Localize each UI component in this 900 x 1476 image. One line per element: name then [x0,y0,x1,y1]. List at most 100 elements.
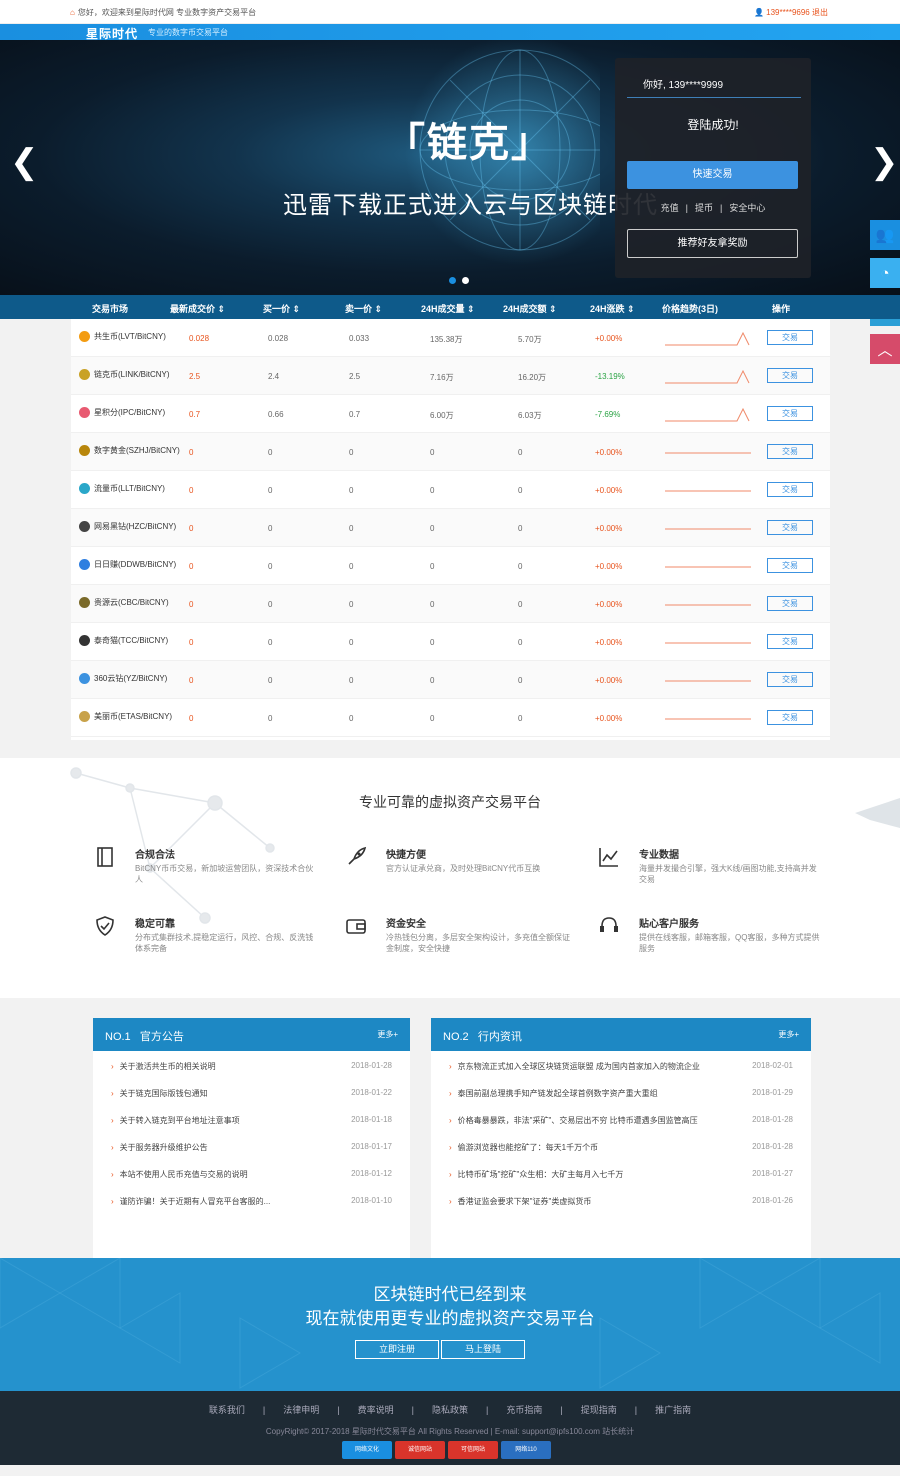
coin-name[interactable]: 泰奇猫(TCC/BitCNY) [79,635,168,646]
customer-service-icon[interactable]: 👥 [870,220,900,250]
withdraw-link[interactable]: 提币 [695,203,713,213]
coin-name[interactable]: 美丽币(ETAS/BitCNY) [79,711,172,722]
trade-button[interactable]: 交易 [767,634,813,649]
col-change[interactable]: 24H涨跌 ⇕ [590,302,635,315]
market-row[interactable]: 数字黄金(SZHJ/BitCNY) 0 0 0 0 0 +0.00% 交易 [71,433,830,471]
news-title[interactable]: 关于激活共生币的相关说明 [120,1062,216,1071]
trade-button[interactable]: 交易 [767,444,813,459]
carousel-dot[interactable] [462,277,469,284]
trade-button[interactable]: 交易 [767,558,813,573]
footer-link[interactable]: 联系我们 [209,1405,245,1415]
coin-name[interactable]: 360云钻(YZ/BitCNY) [79,673,167,684]
last-price: 0.7 [189,410,201,419]
col-sell-price[interactable]: 卖一价 ⇕ [345,302,382,315]
trade-button[interactable]: 交易 [767,672,813,687]
col-last-price[interactable]: 最新成交价 ⇕ [170,302,225,315]
coin-name[interactable]: 共生币(LVT/BitCNY) [79,331,166,342]
market-row[interactable]: 星积分(IPC/BitCNY) 0.7 0.66 0.7 6.00万 6.03万 -7.69… [71,395,830,433]
trust-badge[interactable]: 网络110 [501,1441,551,1459]
trade-button[interactable]: 交易 [767,596,813,611]
news-title[interactable]: 关于服务器升级维护公告 [120,1143,208,1152]
trust-badge[interactable]: 可信网站 [448,1441,498,1459]
footer-link[interactable]: 法律申明 [283,1405,319,1415]
quick-trade-button[interactable]: 快速交易 [627,161,798,189]
qq-icon[interactable]: ◔ [870,258,900,288]
news-item[interactable]: › 香港证监会要求下架"证券"类虚拟货币 2018-01-26 [449,1196,793,1223]
prev-slide-icon[interactable]: ❮ [10,145,39,179]
trade-button[interactable]: 交易 [767,520,813,535]
news-item[interactable]: › 本站不使用人民币充值与交易的说明 2018-01-12 [111,1169,392,1196]
notice-more-link[interactable]: 更多+ [377,1029,398,1040]
trust-badge[interactable]: 诚信网站 [395,1441,445,1459]
next-slide-icon[interactable]: ❯ [870,145,899,179]
news-title[interactable]: 谨防诈骗！关于近期有人冒充平台客服的... [120,1197,271,1206]
market-row[interactable]: 360云钻(YZ/BitCNY) 0 0 0 0 0 +0.00% 交易 [71,661,830,699]
coin-name[interactable]: 数字黄金(SZHJ/BitCNY) [79,445,180,456]
coin-name[interactable]: 链克币(LINK/BitCNY) [79,369,170,380]
market-row[interactable]: 日日赚(DDWB/BitCNY) 0 0 0 0 0 +0.00% 交易 [71,547,830,585]
coin-name[interactable]: 日日赚(DDWB/BitCNY) [79,559,176,570]
logout-link[interactable]: 退出 [812,8,828,17]
trust-badge[interactable]: 网络文化 [342,1441,392,1459]
news-title[interactable]: 关于链克国际版钱包通知 [120,1089,208,1098]
notice-list: › 关于激活共生币的相关说明 2018-01-28 › 关于链克国际版钱包通知 2018-… [93,1051,410,1233]
market-row[interactable]: 美丽币(ETAS/BitCNY) 0 0 0 0 0 +0.00% 交易 [71,699,830,737]
news-title[interactable]: 京东物流正式加入全球区块链货运联盟 成为国内首家加入的物流企业 [458,1062,700,1071]
news-item[interactable]: › 关于链克国际版钱包通知 2018-01-22 [111,1088,392,1115]
industry-more-link[interactable]: 更多+ [778,1029,799,1040]
back-to-top-icon[interactable]: ︿ [870,334,900,364]
news-title[interactable]: 价格毒暴暴跌，非法"采矿"、交易层出不穷 比特币遭遇多国监管高压 [458,1116,698,1125]
news-item[interactable]: › 比特币矿场"挖矿"众生相：大矿主每月入七千万 2018-01-27 [449,1169,793,1196]
col-volume[interactable]: 24H成交量 ⇕ [421,302,475,315]
coin-name[interactable]: 网易黑钻(HZC/BitCNY) [79,521,176,532]
news-item[interactable]: › 泰国前副总理携手知产链发起全球首例数字资产重大重组 2018-01-29 [449,1088,793,1115]
news-item[interactable]: › 价格毒暴暴跌，非法"采矿"、交易层出不穷 比特币遭遇多国监管高压 2018-01… [449,1115,793,1142]
news-title[interactable]: 香港证监会要求下架"证券"类虚拟货币 [458,1197,592,1206]
sell-price: 0 [349,486,354,495]
footer-link[interactable]: 费率说明 [358,1405,394,1415]
news-item[interactable]: › 关于激活共生币的相关说明 2018-01-28 [111,1061,392,1088]
news-title[interactable]: 本站不使用人民币充值与交易的说明 [120,1170,248,1179]
news-title[interactable]: 关于转入链克到平台地址注意事项 [120,1116,240,1125]
register-button[interactable]: 立即注册 [355,1340,439,1359]
home-icon[interactable]: ⌂ [70,8,75,17]
trade-button[interactable]: 交易 [767,330,813,345]
coin-name[interactable]: 贵源云(CBC/BitCNY) [79,597,169,608]
trade-button[interactable]: 交易 [767,368,813,383]
market-row[interactable]: 共生币(LVT/BitCNY) 0.028 0.028 0.033 135.38万 5.7… [71,319,830,357]
trade-button[interactable]: 交易 [767,406,813,421]
coin-name[interactable]: 星积分(IPC/BitCNY) [79,407,165,418]
coin-name[interactable]: 流量币(LLT/BitCNY) [79,483,165,494]
trade-button[interactable]: 交易 [767,710,813,725]
refer-friend-button[interactable]: 推荐好友拿奖励 [627,229,798,258]
chevron-right-icon: › [111,1062,114,1071]
news-title[interactable]: 比特币矿场"挖矿"众生相：大矿主每月入七千万 [458,1170,624,1179]
col-buy-price[interactable]: 买一价 ⇕ [263,302,300,315]
buy-price: 2.4 [268,372,280,381]
footer-link[interactable]: 充币指南 [506,1405,542,1415]
security-center-link[interactable]: 安全中心 [729,203,765,213]
carousel-dot[interactable] [449,277,456,284]
col-amount[interactable]: 24H成交额 ⇕ [503,302,557,315]
footer-link[interactable]: 提现指南 [581,1405,617,1415]
trade-button[interactable]: 交易 [767,482,813,497]
market-row[interactable]: 网易黑钻(HZC/BitCNY) 0 0 0 0 0 +0.00% 交易 [71,509,830,547]
market-row[interactable]: 泰奇猫(TCC/BitCNY) 0 0 0 0 0 +0.00% 交易 [71,623,830,661]
coin-icon [79,445,90,456]
market-row[interactable]: 链克币(LINK/BitCNY) 2.5 2.4 2.5 7.16万 16.20万 -13.… [71,357,830,395]
news-item[interactable]: › 关于转入链克到平台地址注意事项 2018-01-18 [111,1115,392,1142]
news-item[interactable]: › 关于服务器升级维护公告 2018-01-17 [111,1142,392,1169]
footer-link[interactable]: 隐私政策 [432,1405,468,1415]
login-button[interactable]: 马上登陆 [441,1340,525,1359]
news-item[interactable]: › 谨防诈骗！关于近期有人冒充平台客服的... 2018-01-10 [111,1196,392,1223]
news-item[interactable]: › 京东物流正式加入全球区块链货运联盟 成为国内首家加入的物流企业 2018-02-… [449,1061,793,1088]
recharge-link[interactable]: 充值 [661,203,679,213]
footer-link[interactable]: 推广指南 [655,1405,691,1415]
news-item[interactable]: › 偷游浏览器也能挖矿了：每天1千万个币 2018-01-28 [449,1142,793,1169]
user-phone[interactable]: 139****9696 [766,8,810,17]
news-title[interactable]: 泰国前副总理携手知产链发起全球首例数字资产重大重组 [458,1089,658,1098]
last-price: 0 [189,524,194,533]
market-row[interactable]: 贵源云(CBC/BitCNY) 0 0 0 0 0 +0.00% 交易 [71,585,830,623]
market-row[interactable]: 流量币(LLT/BitCNY) 0 0 0 0 0 +0.00% 交易 [71,471,830,509]
news-title[interactable]: 偷游浏览器也能挖矿了：每天1千万个币 [458,1143,598,1152]
